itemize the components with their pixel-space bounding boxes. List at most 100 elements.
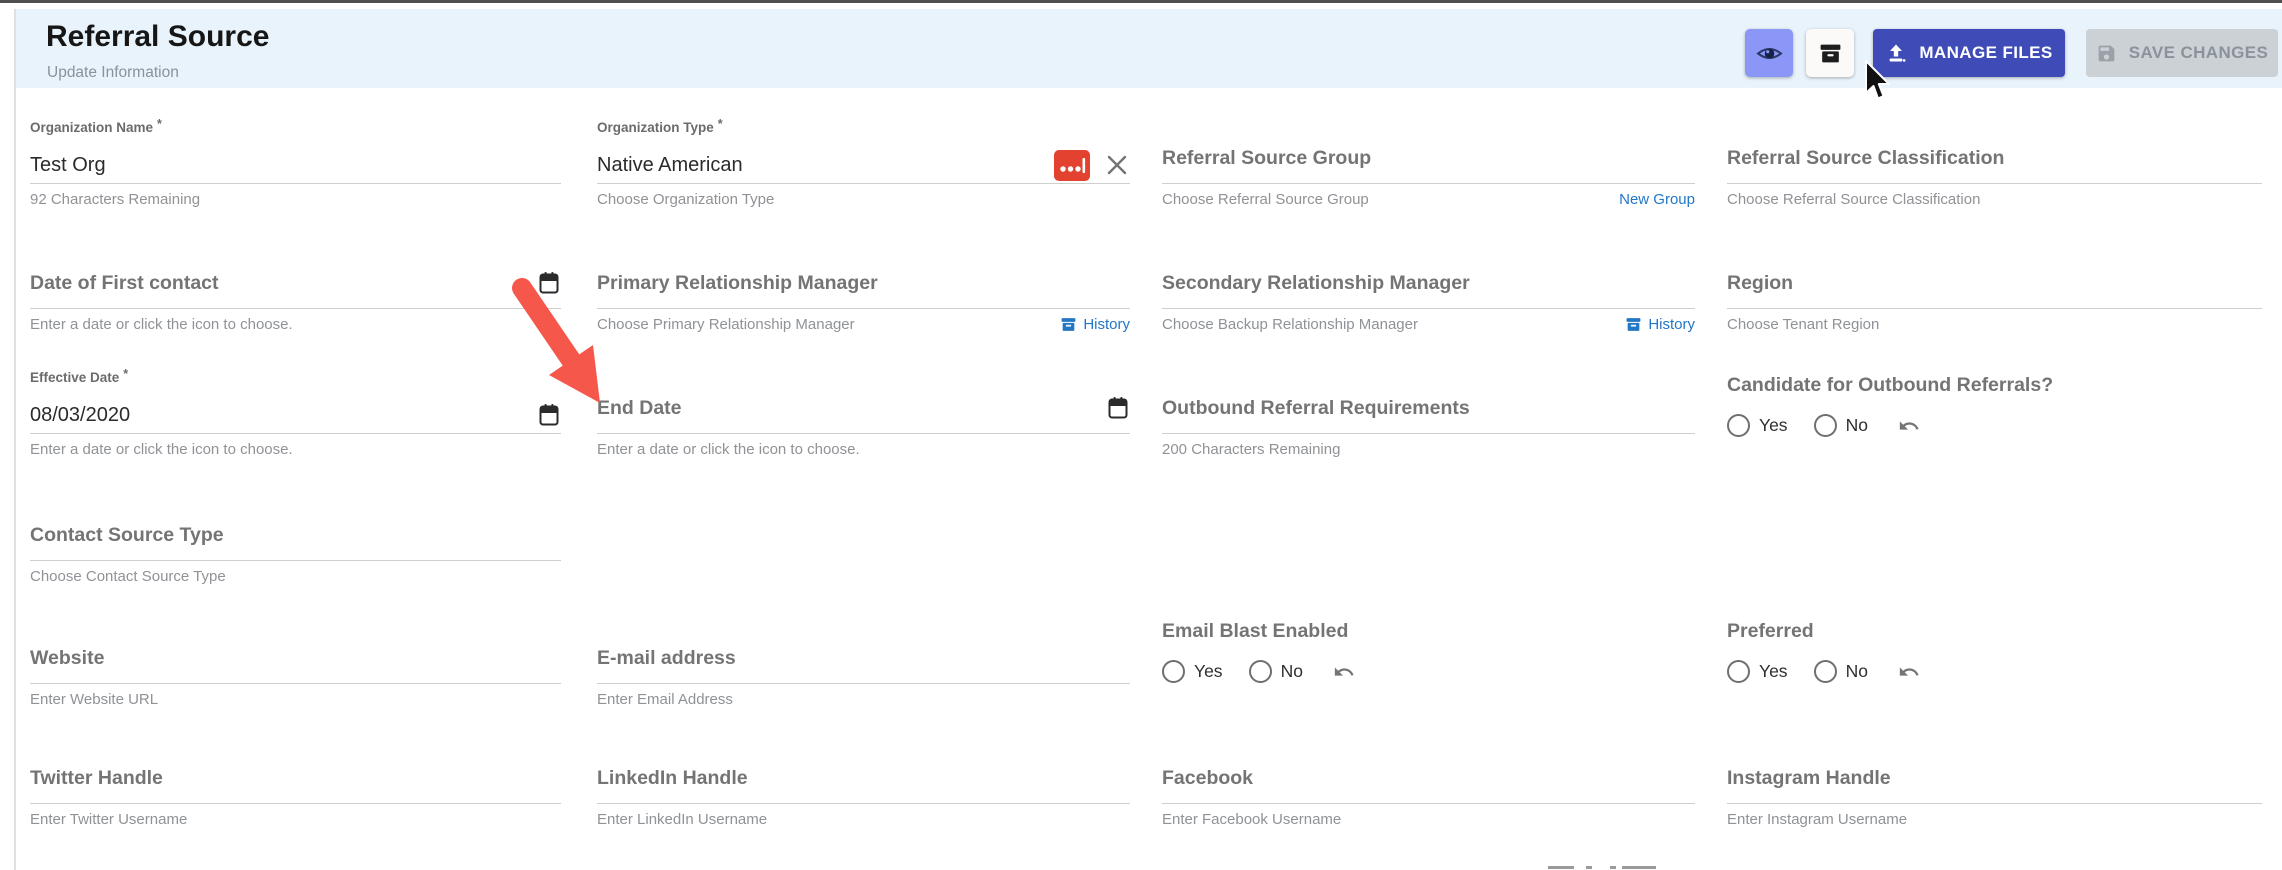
secondary-manager-history-link[interactable]: History [1625, 316, 1695, 333]
field-organization-name: Organization Name * Test Org 92 Characte… [30, 117, 561, 208]
primary-manager-history-link[interactable]: History [1060, 316, 1130, 333]
preferred-label: Preferred [1727, 620, 1814, 642]
field-underline [30, 560, 561, 561]
field-region: Region Choose Tenant Region [1727, 270, 2262, 333]
region-input[interactable]: Region [1727, 270, 2262, 296]
field-email-address: E-mail address Enter Email Address [597, 645, 1130, 708]
facebook-input[interactable]: Facebook [1162, 765, 1695, 791]
clear-icon[interactable] [1104, 152, 1130, 178]
upload-icon [1885, 42, 1907, 64]
field-underline [1727, 308, 2262, 309]
organization-type-input[interactable]: Native American [597, 149, 1130, 181]
field-underline [1162, 433, 1695, 434]
field-underline [597, 433, 1130, 434]
field-twitter-handle: Twitter Handle Enter Twitter Username [30, 765, 561, 828]
facebook-helper: Enter Facebook Username [1162, 811, 1342, 828]
email-blast-yes-radio[interactable] [1162, 660, 1185, 683]
history-box-icon [1625, 316, 1642, 333]
organization-name-value: Test Org [30, 153, 106, 176]
twitter-handle-input[interactable]: Twitter Handle [30, 765, 561, 791]
website-label: Website [30, 646, 105, 669]
field-primary-relationship-manager: Primary Relationship Manager Choose Prim… [597, 270, 1130, 333]
website-input[interactable]: Website [30, 645, 561, 671]
referral-source-classification-label: Referral Source Classification [1727, 146, 2005, 169]
field-underline [30, 433, 561, 434]
field-preferred: Preferred Yes No [1727, 620, 2262, 683]
outbound-referral-requirements-input[interactable]: Outbound Referral Requirements [1162, 395, 1695, 421]
secondary-relationship-manager-input[interactable]: Secondary Relationship Manager [1162, 270, 1695, 296]
effective-date-label: Effective Date [30, 370, 120, 385]
effective-date-input[interactable]: 08/03/2020 [30, 400, 561, 430]
email-address-helper: Enter Email Address [597, 691, 733, 708]
required-asterisk: * [157, 117, 162, 131]
twitter-handle-helper: Enter Twitter Username [30, 811, 188, 828]
region-label: Region [1727, 271, 1794, 294]
contact-source-type-label: Contact Source Type [30, 523, 224, 546]
field-facebook: Facebook Enter Facebook Username [1162, 765, 1695, 828]
contact-source-type-helper: Choose Contact Source Type [30, 568, 226, 585]
referral-source-group-input[interactable]: Referral Source Group [1162, 145, 1695, 171]
effective-date-value: 08/03/2020 [30, 403, 131, 426]
save-icon [2096, 43, 2117, 64]
preview-button[interactable] [1745, 29, 1793, 77]
preferred-no-radio[interactable] [1813, 660, 1837, 683]
undo-icon[interactable] [1898, 415, 1920, 437]
contact-source-type-input[interactable]: Contact Source Type [30, 522, 561, 548]
undo-icon[interactable] [1898, 661, 1920, 683]
organization-type-label: Organization Type [597, 120, 714, 135]
ellipsis-picker-icon[interactable] [1054, 149, 1090, 181]
field-contact-source-type: Contact Source Type Choose Contact Sourc… [30, 522, 561, 585]
save-changes-button[interactable]: SAVE CHANGES [2086, 29, 2278, 77]
calendar-icon[interactable] [1106, 395, 1130, 421]
referral-source-page: Referral Source Update Information MANAG… [0, 0, 2282, 870]
linkedin-handle-input[interactable]: LinkedIn Handle [597, 765, 1130, 791]
preferred-yes-radio[interactable] [1727, 660, 1750, 683]
end-date-label: End Date [597, 396, 682, 419]
organization-name-label: Organization Name [30, 120, 154, 135]
candidate-yes-radio[interactable] [1727, 414, 1750, 437]
date-of-first-contact-label: Date of First contact [30, 271, 219, 294]
organization-name-input[interactable]: Test Org [30, 150, 561, 180]
field-underline [1727, 803, 2262, 804]
field-organization-type: Organization Type * Native American Choo… [597, 117, 1130, 208]
region-helper: Choose Tenant Region [1727, 316, 1880, 333]
field-underline [597, 803, 1130, 804]
field-secondary-relationship-manager: Secondary Relationship Manager Choose Ba… [1162, 270, 1695, 333]
new-group-link[interactable]: New Group [1619, 191, 1695, 208]
candidate-no-radio[interactable] [1813, 414, 1837, 437]
candidate-yes-label: Yes [1759, 415, 1788, 435]
field-underline [1162, 803, 1695, 804]
end-date-input[interactable]: End Date [597, 395, 1130, 421]
undo-icon[interactable] [1333, 661, 1355, 683]
date-of-first-contact-input[interactable]: Date of First contact [30, 270, 561, 296]
manage-files-button[interactable]: MANAGE FILES [1873, 29, 2065, 77]
date-of-first-contact-helper: Enter a date or click the icon to choose… [30, 316, 293, 333]
clipped-text-fragment [1548, 866, 1668, 870]
field-underline [30, 308, 561, 309]
calendar-icon[interactable] [537, 402, 561, 428]
preferred-no-label: No [1845, 661, 1868, 681]
organization-name-helper: 92 Characters Remaining [30, 191, 201, 208]
page-title: Referral Source [46, 20, 270, 53]
candidate-for-outbound-referrals-label: Candidate for Outbound Referrals? [1727, 374, 2054, 396]
history-link-label: History [1083, 316, 1130, 333]
end-date-helper: Enter a date or click the icon to choose… [597, 441, 860, 458]
referral-source-classification-helper: Choose Referral Source Classification [1727, 191, 1981, 208]
referral-source-classification-input[interactable]: Referral Source Classification [1727, 145, 2262, 171]
save-changes-label: SAVE CHANGES [2128, 43, 2269, 62]
calendar-icon[interactable] [537, 270, 561, 296]
email-address-input[interactable]: E-mail address [597, 645, 1130, 671]
field-underline [597, 183, 1130, 184]
archive-icon [1818, 41, 1843, 66]
page-header: Referral Source Update Information MANAG… [16, 9, 2282, 88]
secondary-relationship-manager-helper: Choose Backup Relationship Manager [1162, 316, 1418, 333]
primary-relationship-manager-input[interactable]: Primary Relationship Manager [597, 270, 1130, 296]
website-helper: Enter Website URL [30, 691, 159, 708]
email-blast-no-radio[interactable] [1248, 660, 1272, 683]
field-effective-date: Effective Date * 08/03/2020 Enter a date… [30, 367, 561, 458]
organization-type-value: Native American [597, 153, 743, 176]
instagram-handle-input[interactable]: Instagram Handle [1727, 765, 2262, 791]
required-asterisk: * [123, 367, 129, 381]
linkedin-handle-helper: Enter LinkedIn Username [597, 811, 768, 828]
archive-button[interactable] [1806, 29, 1854, 77]
